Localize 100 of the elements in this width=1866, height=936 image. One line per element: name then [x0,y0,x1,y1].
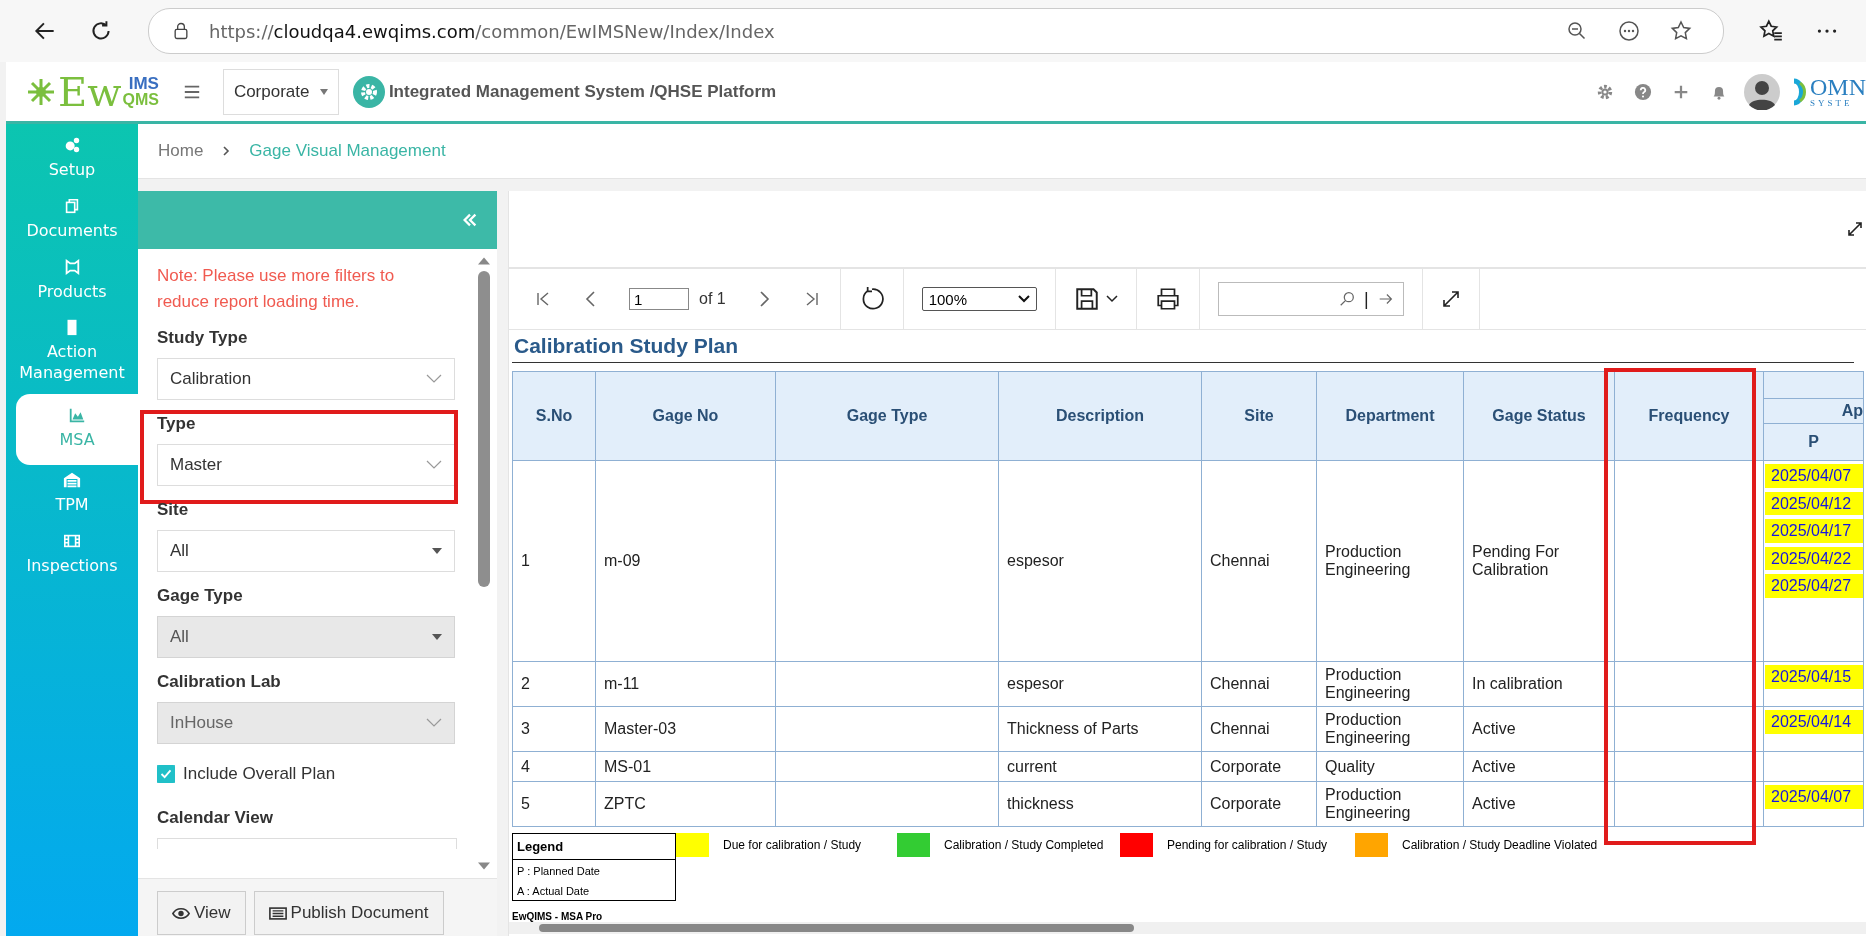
column-header: S.No [512,371,596,461]
gear-icon [352,75,385,108]
date-badge: 2025/04/27 [1765,574,1863,598]
column-header: Ap [1763,398,1864,424]
legend-label: Calibration / Study Deadline Violated [1402,838,1598,852]
date-badge: 2025/04/15 [1765,665,1863,689]
table-cell: In calibration [1463,661,1615,707]
caret-icon [1017,295,1030,303]
search-icon[interactable] [1338,290,1356,308]
table-cell: Active [1463,781,1615,827]
column-header: Description [998,371,1202,461]
report-footer: EwQIMS - MSA Pro [512,911,1866,922]
date-badge: 2025/04/17 [1765,519,1863,543]
table-cell: Active [1463,751,1615,782]
column-header: Gage No [595,371,776,461]
date-badge: 2025/04/07 [1765,464,1863,488]
chevron-icon [426,718,442,728]
search-field[interactable]: | [1217,282,1404,316]
sunburst-icon [26,76,56,107]
select-field[interactable]: All [157,530,455,572]
table-cell: m-11 [595,661,776,707]
partner-logo-text: SYSTE [1810,99,1854,108]
table-cell: espesor [998,661,1202,707]
column-header: Site [1201,371,1317,461]
table-cell: 2 [512,661,596,707]
table-cell: 5 [512,781,596,827]
table-cell: espesor [998,460,1202,662]
legend-note: P : Planned Date [516,864,601,879]
logo-text: IMS [127,75,159,92]
chart-icon [68,406,86,424]
table-cell: MS-01 [595,751,776,782]
table-cell: 4 [512,751,596,782]
zoom-select[interactable]: 100% [921,287,1037,311]
separator-text: | [1364,288,1369,310]
table-cell: Quality [1316,751,1464,782]
partner-logo-text: OMN [1810,75,1866,99]
table-cell: Production Engineering [1316,460,1464,662]
scroll-up-icon[interactable] [478,257,490,265]
copy-icon [63,196,81,215]
table-cell: Production Engineering [1316,706,1464,752]
expand-icon[interactable] [1848,222,1862,236]
warehouse-icon [63,470,81,489]
filter-note: Note: Please use more filters to reduce report loading time. [157,265,396,313]
app-title: Integrated Management System /QHSE Platform [388,81,777,102]
save-icon[interactable] [1073,286,1100,312]
select-field[interactable]: Calibration [157,358,455,400]
legend-label: Due for calibration / Study [723,838,862,852]
page-number-field[interactable]: 1 [629,288,689,310]
date-badge: 2025/04/07 [1765,785,1863,809]
select-field[interactable]: Master [157,444,455,486]
table-cell: Corporate [1201,751,1317,782]
table-cell: 1 [512,460,596,662]
column-header: Department [1316,371,1464,461]
table-cell: m-09 [595,460,776,662]
date-badge: 2025/04/22 [1765,546,1863,571]
table-cell: Active [1463,706,1615,752]
checkbox-label: Include Overall Plan [183,764,336,784]
select-field[interactable] [157,838,457,849]
publish-button[interactable]: Publish Document [253,891,444,935]
company-select[interactable]: Corporate [222,68,339,115]
help-icon[interactable] [1634,82,1652,101]
favorites-icon[interactable] [1758,18,1784,44]
eye-icon [172,906,190,920]
document-icon [268,906,287,920]
address-bar[interactable]: https://cloudqa4.ewqims.com/common/EwIMSNew/Index/Index [148,8,1724,54]
chevron-icon [426,460,442,470]
legend-title: Legend [513,834,675,860]
table-cell: Thickness of Parts [998,706,1202,752]
table-cell: Chennai [1201,706,1317,752]
column-header: P [1763,423,1864,461]
date-badge: 2025/04/12 [1765,491,1863,516]
checkbox[interactable] [157,765,175,783]
scrollbar[interactable] [509,922,1866,934]
logo-text: QMS [122,92,159,108]
breadcrumb-link[interactable]: Home [158,141,204,161]
scroll-down-icon[interactable] [478,862,490,870]
fullscreen-icon[interactable] [1440,289,1461,309]
settings-icon[interactable] [1596,82,1614,101]
table-cell: Production Engineering [1316,661,1464,707]
caret-icon[interactable] [1105,295,1118,303]
avatar-icon[interactable] [1744,73,1780,110]
table-cell: Chennai [1201,661,1317,707]
column-header: Gage Status [1463,371,1615,461]
field-label: Type [157,414,197,434]
star-icon[interactable] [1669,19,1693,43]
page-count: of 1 [699,290,726,308]
table-cell: Chennai [1201,460,1317,662]
field-label: Gage Type [157,586,244,606]
column-header: Gage Type [775,371,999,461]
field-label: Calendar View [157,808,274,828]
date-badge: 2025/04/14 [1765,710,1863,734]
print-icon[interactable] [1154,286,1181,312]
table-cell: current [998,751,1202,782]
table-cell: 3 [512,706,596,752]
legend-label: Pending for calibration / Study [1167,838,1328,852]
table-cell: thickness [998,781,1202,827]
chevron-icon [426,374,442,384]
view-button[interactable]: View [157,891,246,935]
table-cell: ZPTC [595,781,776,827]
more-icon[interactable] [1617,19,1641,43]
